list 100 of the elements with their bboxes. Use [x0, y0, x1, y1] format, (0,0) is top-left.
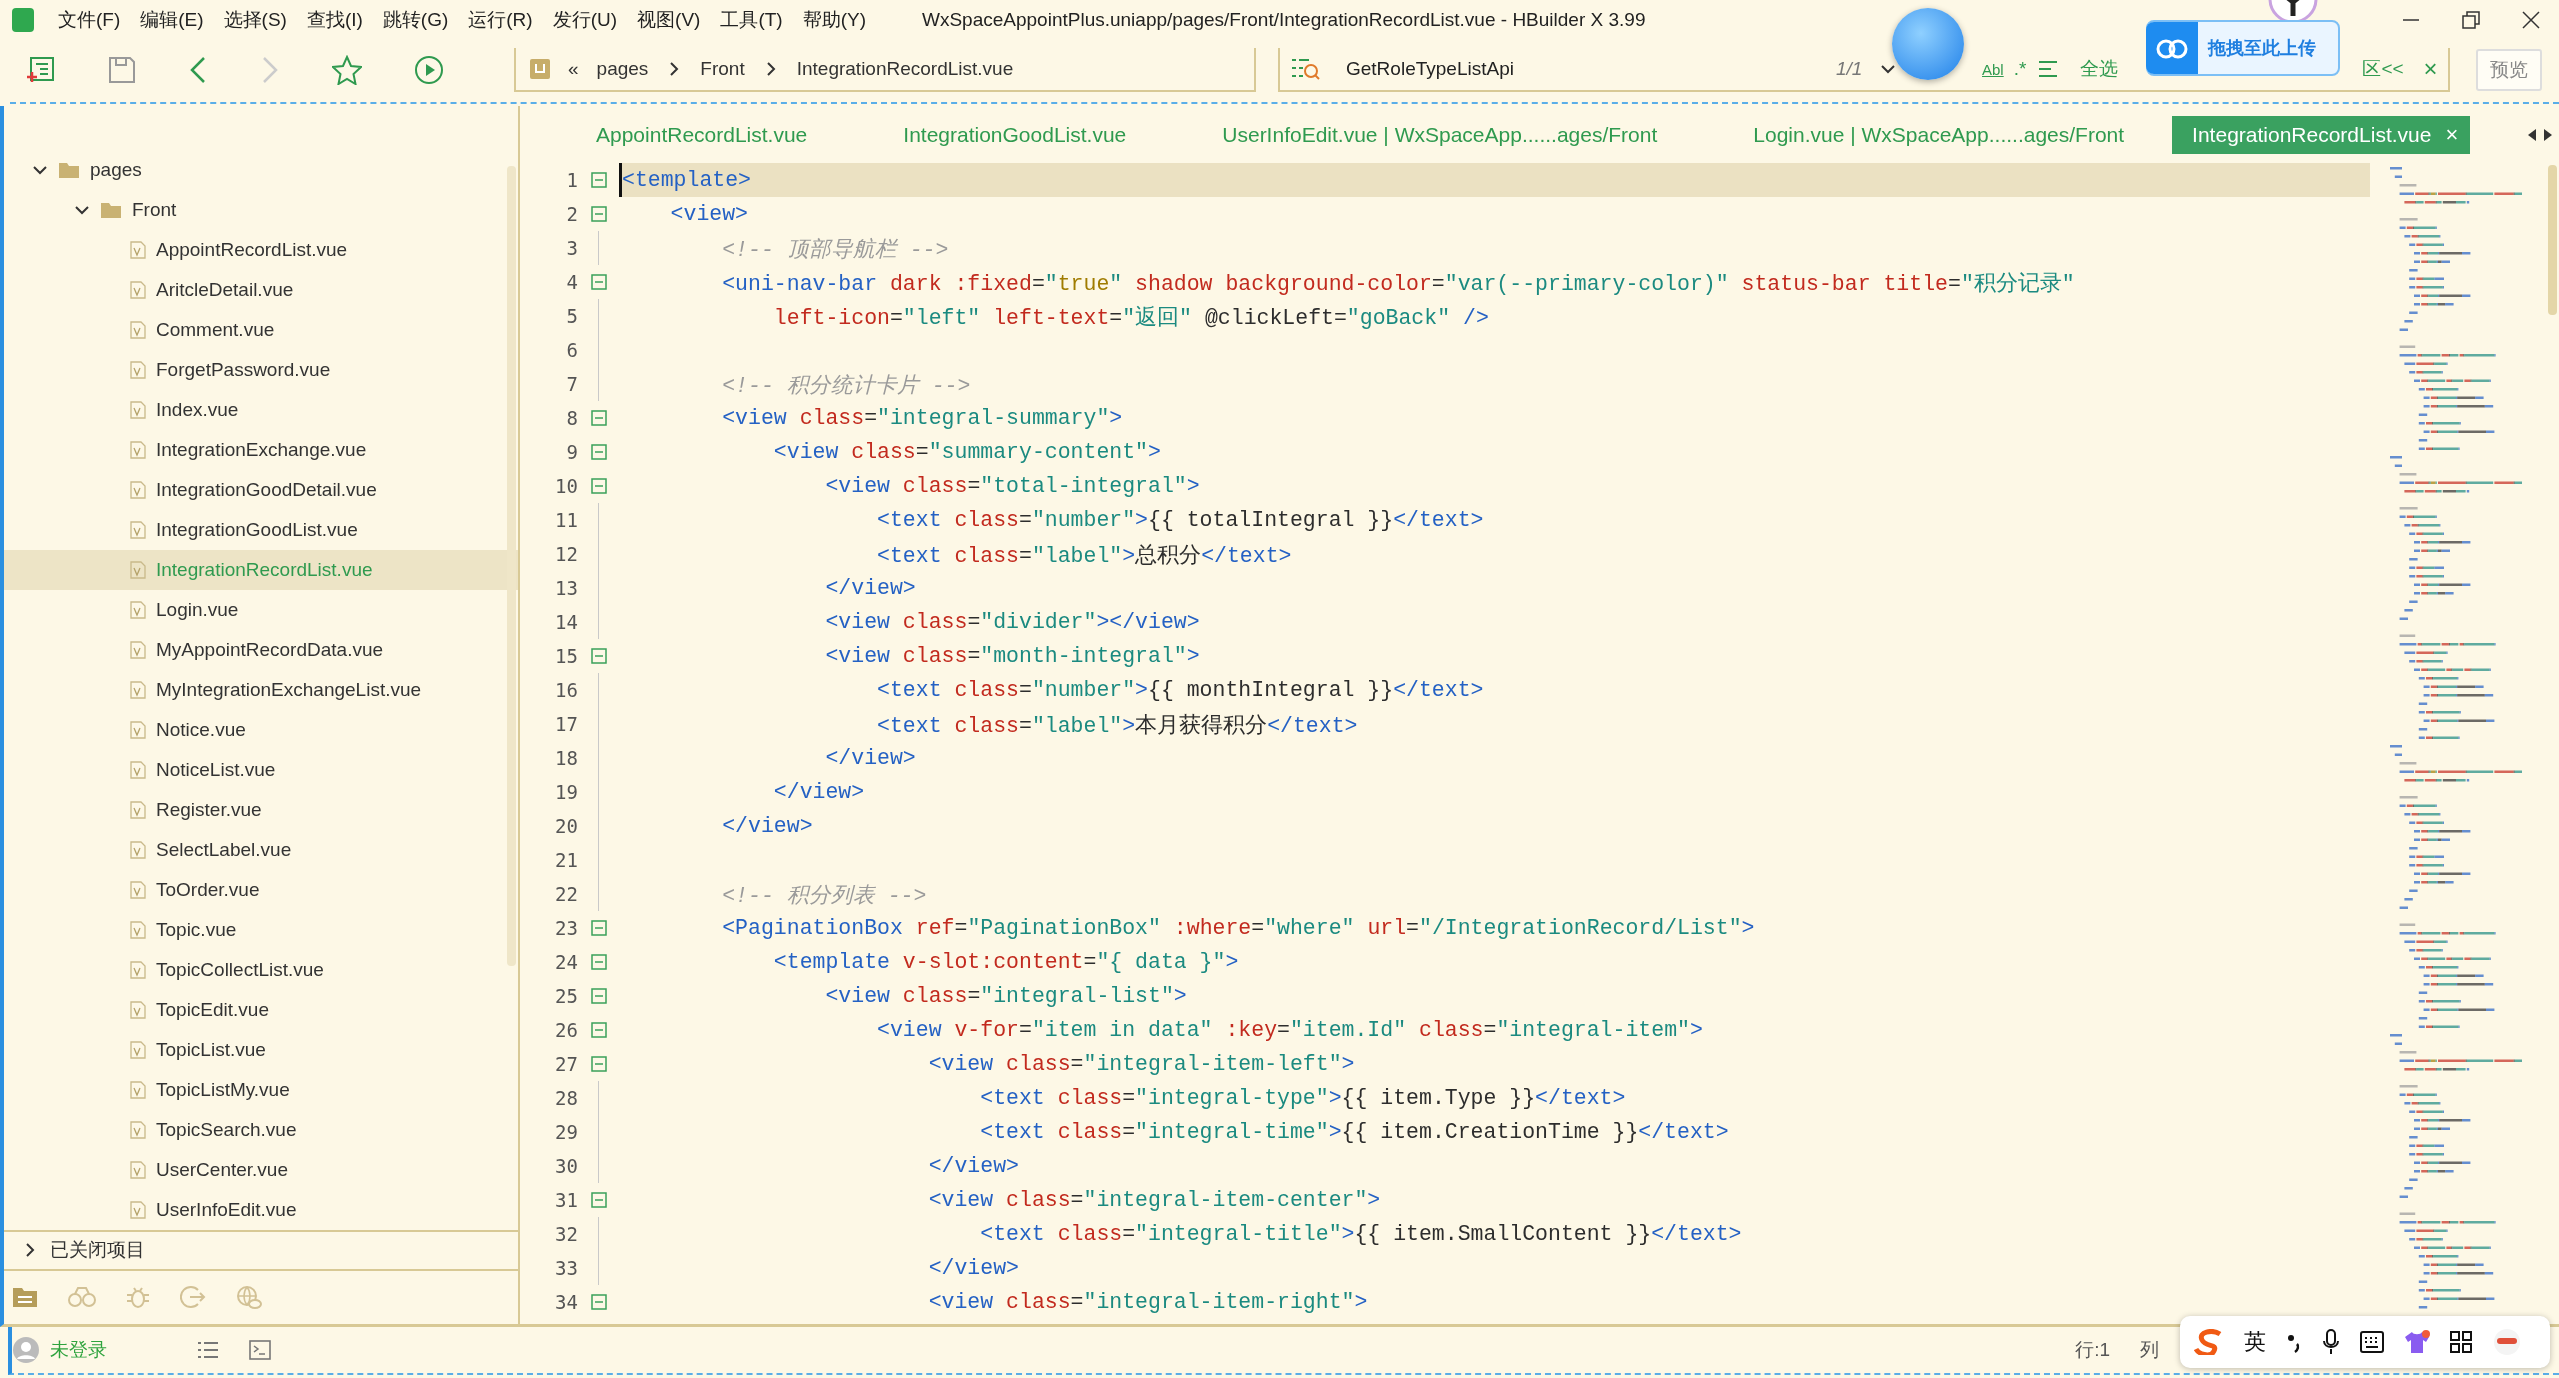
shirt-icon[interactable] — [2404, 1330, 2430, 1354]
tab-right-icon[interactable] — [2543, 127, 2553, 142]
fold-icon[interactable] — [590, 1056, 607, 1072]
fold-icon[interactable] — [590, 1294, 607, 1310]
closed-projects-item[interactable]: 已关闭项目 — [4, 1230, 518, 1271]
file-item[interactable]: AppointRecordList.vue — [4, 230, 518, 270]
fold-icon[interactable] — [590, 206, 607, 222]
fold-icon[interactable] — [590, 1022, 607, 1038]
new-file-icon[interactable] — [26, 56, 56, 84]
user-icon[interactable] — [12, 1336, 40, 1364]
fold-icon[interactable] — [590, 954, 607, 970]
line-number: 34 — [554, 1291, 578, 1313]
folder-tab-icon[interactable] — [12, 1286, 38, 1309]
fold-icon[interactable] — [590, 444, 607, 460]
vue-file-icon — [130, 1121, 146, 1139]
menu-item[interactable]: 编辑(E) — [130, 3, 214, 37]
menu-item[interactable]: 选择(S) — [213, 3, 297, 37]
file-item[interactable]: Notice.vue — [4, 710, 518, 750]
breadcrumb-item[interactable]: pages — [596, 58, 649, 80]
fold-icon[interactable] — [590, 988, 607, 1004]
sogou-icon[interactable] — [2194, 1329, 2224, 1355]
file-item[interactable]: Register.vue — [4, 790, 518, 830]
fold-icon[interactable] — [590, 478, 607, 494]
file-item[interactable]: SelectLabel.vue — [4, 830, 518, 870]
align-icon[interactable] — [2038, 60, 2059, 78]
file-item[interactable]: MyAppointRecordData.vue — [4, 630, 518, 670]
line-number: 7 — [565, 373, 578, 395]
fold-icon[interactable] — [590, 274, 607, 290]
menu-item[interactable]: 跳转(G) — [372, 3, 459, 37]
file-item[interactable]: TopicEdit.vue — [4, 990, 518, 1030]
list-icon[interactable] — [197, 1340, 219, 1360]
window-title: WxSpaceAppointPlus.uniapp/pages/Front/IntegrationRecordList.vue - HBuilder X 3.99 — [922, 9, 1646, 31]
file-item[interactable]: IntegrationGoodList.vue — [4, 510, 518, 550]
menu-item[interactable]: 帮助(Y) — [792, 3, 876, 37]
breadcrumb-item[interactable]: Front — [700, 58, 745, 80]
vue-file-icon — [130, 1081, 146, 1099]
fold-icon[interactable] — [590, 920, 607, 936]
code-line: <view v-for="item in data" :key="item.Id" class="integral-item"> — [876, 1018, 1703, 1042]
code-line: <!-- 积分列表 --> — [721, 882, 927, 909]
file-item[interactable]: AritcleDetail.vue — [4, 270, 518, 310]
folder-icon — [58, 161, 80, 179]
menu-item[interactable]: 发行(U) — [542, 3, 628, 37]
save-icon[interactable] — [108, 56, 136, 84]
line-number: 26 — [554, 1019, 578, 1041]
language-toggle[interactable]: 英 — [2244, 1327, 2266, 1357]
code-line: <!-- 积分统计卡片 --> — [721, 372, 971, 399]
fold-icon[interactable] — [590, 410, 607, 426]
folder-item[interactable]: pages — [4, 150, 518, 190]
file-item[interactable]: TopicCollectList.vue — [4, 950, 518, 990]
file-item[interactable]: TopicSearch.vue — [4, 1110, 518, 1150]
find-field[interactable]: GetRoleTypeListApi — [1346, 58, 1836, 80]
microphone-icon[interactable] — [2322, 1329, 2340, 1355]
vue-file-icon — [130, 761, 146, 779]
fold-icon[interactable] — [590, 172, 607, 188]
vue-file-icon — [130, 241, 146, 259]
file-item[interactable]: UserCenter.vue — [4, 1150, 518, 1190]
file-item[interactable]: Login.vue — [4, 590, 518, 630]
restore-icon[interactable] — [2461, 10, 2481, 30]
tab-left-icon[interactable] — [2527, 127, 2537, 142]
line-number: 28 — [554, 1087, 578, 1109]
file-item[interactable]: ForgetPassword.vue — [4, 350, 518, 390]
back-icon[interactable] — [188, 56, 208, 84]
fold-icon[interactable] — [590, 648, 607, 664]
line-position: 行:1 — [2075, 1338, 2110, 1362]
menu-item[interactable]: 视图(V) — [627, 3, 711, 37]
file-item[interactable]: Index.vue — [4, 390, 518, 430]
file-item[interactable]: MyIntegrationExchangeList.vue — [4, 670, 518, 710]
close-icon[interactable] — [2521, 10, 2541, 30]
breadcrumb-item[interactable]: IntegrationRecordList.vue — [796, 58, 1014, 80]
line-number: 17 — [554, 713, 578, 735]
file-item[interactable]: IntegrationExchange.vue — [4, 430, 518, 470]
menu-item[interactable]: 文件(F) — [48, 3, 131, 37]
file-item[interactable]: Topic.vue — [4, 910, 518, 950]
run-icon[interactable] — [414, 55, 444, 85]
column-position: 列 — [2140, 1338, 2159, 1362]
terminal-icon[interactable] — [249, 1340, 271, 1360]
line-number: 27 — [554, 1053, 578, 1075]
file-item[interactable]: IntegrationGoodDetail.vue — [4, 470, 518, 510]
back-sign[interactable]: « — [568, 58, 579, 80]
fold-icon[interactable] — [590, 1192, 607, 1208]
regex-toggle[interactable]: .* — [2013, 58, 2027, 80]
menu-item[interactable]: 运行(R) — [458, 3, 543, 37]
code-line: <text class="integral-type">{{ item.Type }}</text> — [979, 1086, 1626, 1110]
folder-item[interactable]: Front — [4, 190, 518, 230]
code-line: <template v-slot:content="{ data }"> — [772, 950, 1239, 974]
file-item[interactable]: NoticeList.vue — [4, 750, 518, 790]
apps-icon[interactable] — [2450, 1331, 2472, 1353]
vue-file-icon — [130, 1201, 146, 1219]
file-item[interactable]: TopicListMy.vue — [4, 1070, 518, 1110]
file-item[interactable]: Comment.vue — [4, 310, 518, 350]
menu-item[interactable]: 工具(T) — [710, 3, 793, 37]
file-item[interactable]: TopicList.vue — [4, 1030, 518, 1070]
file-item[interactable]: UserInfoEdit.vue — [4, 1190, 518, 1230]
upload-widget[interactable]: 拖拽至此上传 — [2146, 20, 2340, 76]
file-item[interactable]: ToOrder.vue — [4, 870, 518, 910]
code-line: <view class="integral-list"> — [824, 984, 1187, 1008]
menu-item[interactable]: 查找(I) — [296, 3, 373, 37]
keyboard-icon[interactable] — [2360, 1331, 2384, 1353]
line-number: 32 — [554, 1223, 578, 1245]
star-icon[interactable] — [332, 55, 362, 85]
